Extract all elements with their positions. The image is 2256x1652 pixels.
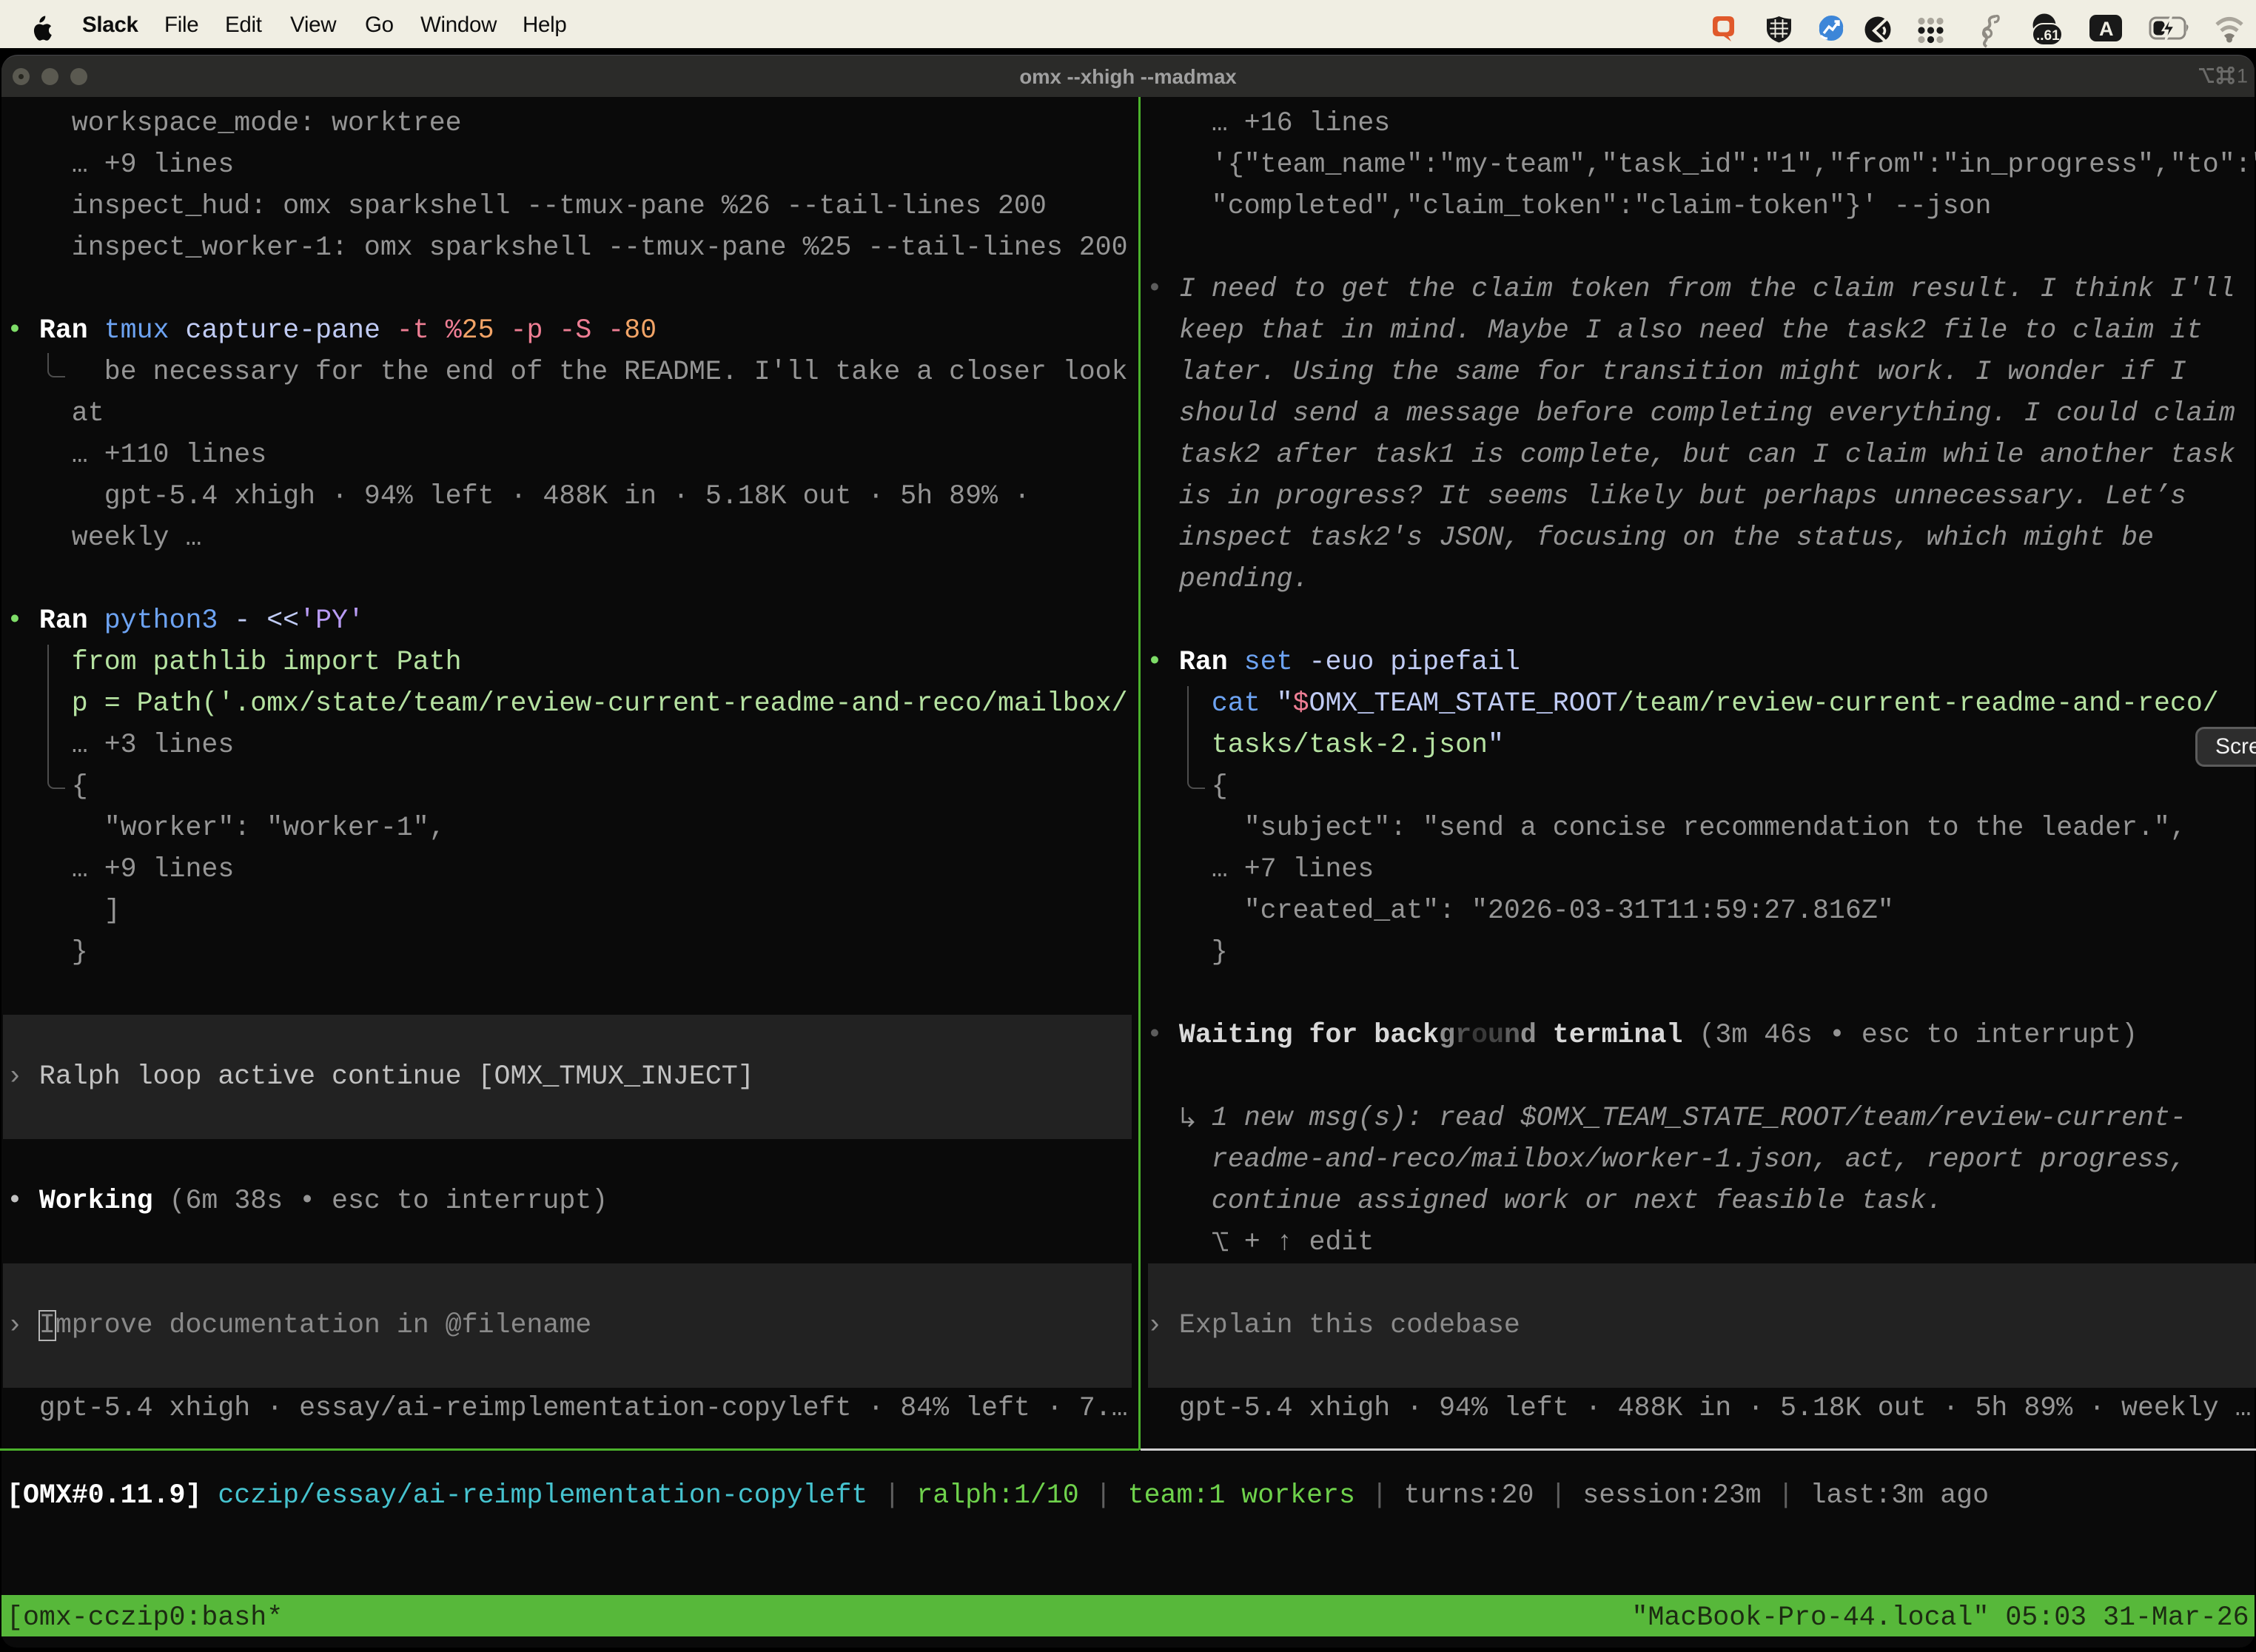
svg-text:A: A [2099,18,2114,40]
svg-text:1: 1 [2237,67,2248,84]
svg-text:..61: ..61 [2036,28,2060,44]
